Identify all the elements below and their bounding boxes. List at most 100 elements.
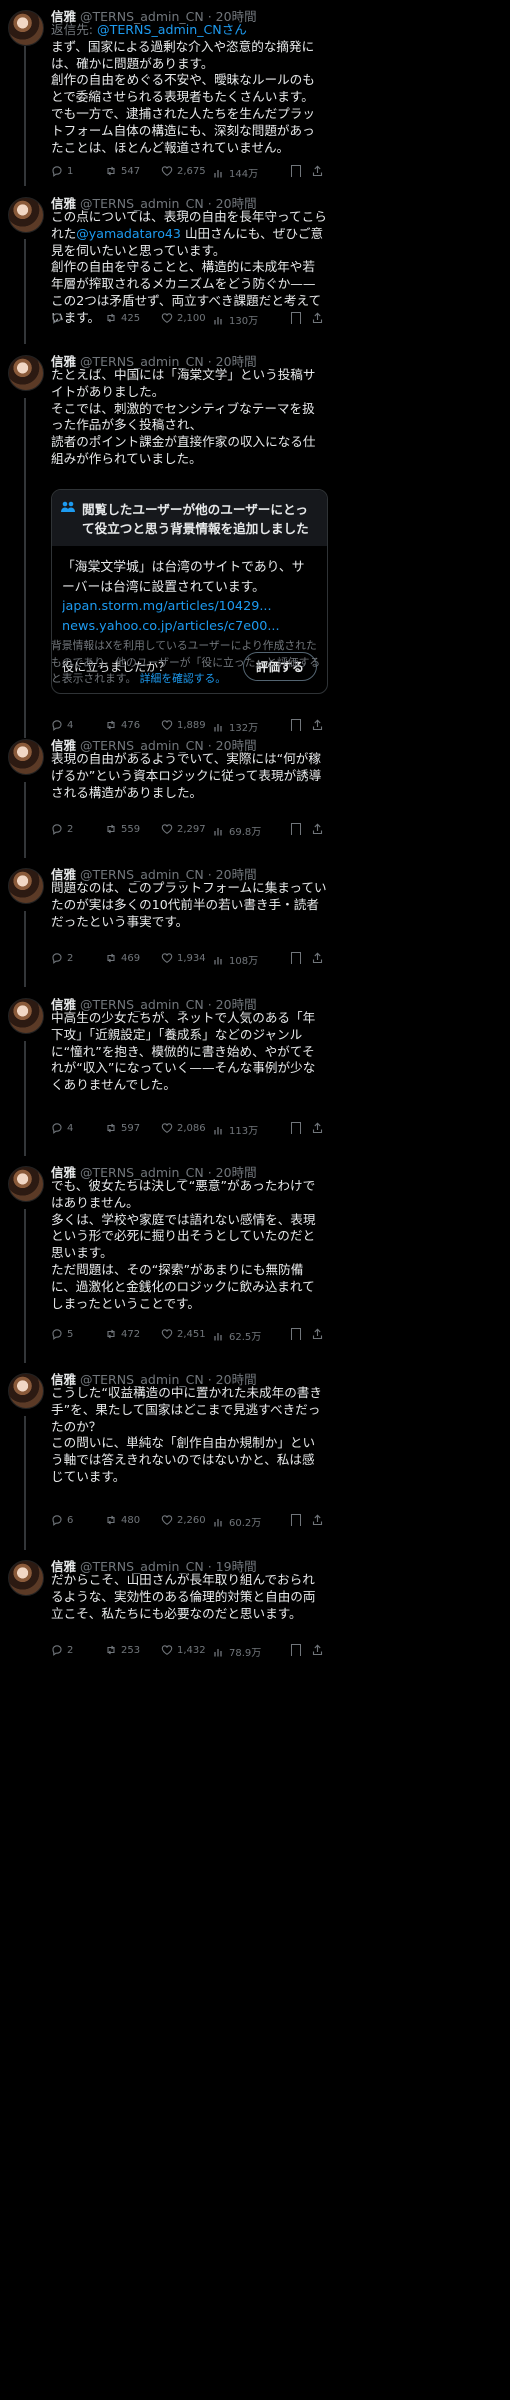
reply-icon — [51, 1514, 63, 1526]
retweet-icon — [105, 952, 117, 964]
bookmark-icon[interactable] — [291, 1514, 301, 1526]
thread-connector — [24, 1416, 26, 1550]
retweet-button[interactable]: 469 — [105, 952, 140, 964]
like-button[interactable]: 2,086 — [161, 1122, 206, 1134]
reply-button[interactable]: 1 — [51, 165, 73, 177]
avatar[interactable] — [8, 355, 44, 391]
retweet-button[interactable]: 253 — [105, 1644, 140, 1656]
views-button[interactable]: 130万 — [213, 312, 258, 327]
bookmark-icon[interactable] — [291, 1328, 301, 1340]
reply-button[interactable]: 6 — [51, 1514, 73, 1526]
share-icon[interactable] — [312, 165, 323, 180]
views-count: 69.8万 — [229, 827, 262, 838]
retweet-count: 425 — [121, 312, 141, 324]
share-icon[interactable] — [312, 312, 323, 327]
like-button[interactable]: 1,432 — [161, 1644, 206, 1656]
views-icon — [213, 1516, 225, 1528]
thread-connector — [24, 46, 26, 186]
source-link[interactable]: japan.storm.mg/articles/10429... — [62, 597, 317, 617]
avatar[interactable] — [8, 10, 44, 46]
bookmark-icon[interactable] — [291, 719, 301, 731]
retweet-count: 472 — [121, 1328, 141, 1340]
retweet-icon — [105, 719, 117, 731]
avatar[interactable] — [8, 197, 44, 233]
tweet-actions: 2 469 1,934 108万 — [51, 952, 327, 967]
bookmark-icon[interactable] — [291, 1644, 301, 1656]
share-icon[interactable] — [312, 823, 323, 838]
thread-connector — [24, 1209, 26, 1363]
like-button[interactable]: 2,100 — [161, 312, 206, 324]
reply-button[interactable]: 4 — [51, 719, 73, 731]
views-button[interactable]: 132万 — [213, 719, 258, 734]
avatar[interactable] — [8, 1560, 44, 1596]
avatar[interactable] — [8, 868, 44, 904]
reply-button[interactable]: 2 — [51, 952, 73, 964]
like-button[interactable]: 2,675 — [161, 165, 206, 177]
share-icon[interactable] — [312, 1122, 323, 1137]
reply-to-account[interactable]: @TERNS_admin_CNさん — [97, 22, 247, 37]
like-icon — [161, 1328, 173, 1340]
bookmark-icon[interactable] — [291, 952, 301, 964]
bookmark-icon[interactable] — [291, 823, 301, 835]
retweet-icon — [105, 823, 117, 835]
reply-button[interactable]: 4 — [51, 1122, 73, 1134]
views-button[interactable]: 144万 — [213, 165, 258, 180]
reply-button[interactable]: 2 — [51, 1644, 73, 1656]
reply-count: 1 — [67, 165, 74, 177]
avatar[interactable] — [8, 1166, 44, 1202]
share-icon[interactable] — [312, 1644, 323, 1659]
views-button[interactable]: 60.2万 — [213, 1514, 261, 1529]
tweet-text: この点については、表現の自由を長年守ってこられた@yamadataro43 山田… — [51, 209, 327, 327]
share-icon[interactable] — [312, 719, 323, 734]
retweet-button[interactable]: 559 — [105, 823, 140, 835]
community-note-header: 閲覧したユーザーが他のユーザーにとって役立つと思う背景情報を追加しました — [52, 490, 327, 546]
bookmark-icon[interactable] — [291, 312, 301, 324]
share-icon[interactable] — [312, 1328, 323, 1343]
tweet-text: 中高生の少女たちが、ネットで人気のある「年下攻」「近親設定」「養成系」などのジャ… — [51, 1010, 316, 1093]
avatar[interactable] — [8, 998, 44, 1034]
avatar[interactable] — [8, 739, 44, 775]
retweet-icon — [105, 312, 117, 324]
views-icon — [213, 1124, 225, 1136]
like-button[interactable]: 1,889 — [161, 719, 206, 731]
share-icon[interactable] — [312, 952, 323, 967]
reply-icon — [51, 312, 63, 324]
learn-more-link[interactable]: 詳細を確認する。 — [140, 672, 226, 685]
views-button[interactable]: 62.5万 — [213, 1328, 261, 1343]
like-button[interactable]: 1,934 — [161, 952, 206, 964]
views-button[interactable]: 69.8万 — [213, 823, 261, 838]
reply-button[interactable]: 2 — [51, 312, 73, 324]
reply-icon — [51, 1122, 63, 1134]
tweet-text: こうした“収益構造の中に置かれた未成年の書き手”を、果たして国家はどこまで見逃す… — [51, 1385, 322, 1484]
bookmark-icon[interactable] — [291, 165, 301, 177]
bookmark-icon[interactable] — [291, 1122, 301, 1134]
views-button[interactable]: 113万 — [213, 1122, 258, 1137]
mention-link[interactable]: @yamadataro43 — [76, 226, 181, 241]
like-icon — [161, 312, 173, 324]
views-button[interactable]: 78.9万 — [213, 1644, 261, 1659]
avatar[interactable] — [8, 1373, 44, 1409]
like-button[interactable]: 2,260 — [161, 1514, 206, 1526]
retweet-button[interactable]: 472 — [105, 1328, 140, 1340]
retweet-icon — [105, 1644, 117, 1656]
retweet-icon — [105, 165, 117, 177]
reply-button[interactable]: 2 — [51, 823, 73, 835]
retweet-button[interactable]: 476 — [105, 719, 140, 731]
tweet-text: 表現の自由があるようでいて、実際には“何が稼げるか”という資本ロジックに従って表… — [51, 751, 322, 800]
reply-button[interactable]: 5 — [51, 1328, 73, 1340]
retweet-button[interactable]: 480 — [105, 1514, 140, 1526]
retweet-count: 597 — [121, 1122, 141, 1134]
source-link[interactable]: news.yahoo.co.jp/articles/c7e00... — [62, 617, 317, 637]
share-icon[interactable] — [312, 1514, 323, 1529]
retweet-icon — [105, 1514, 117, 1526]
like-button[interactable]: 2,451 — [161, 1328, 206, 1340]
retweet-button[interactable]: 425 — [105, 312, 140, 324]
views-button[interactable]: 108万 — [213, 952, 258, 967]
retweet-button[interactable]: 547 — [105, 165, 140, 177]
retweet-button[interactable]: 597 — [105, 1122, 140, 1134]
tweet-text: たとえば、中国には「海棠文学」という投稿サイトがありました。 そこでは、刺激的で… — [51, 367, 316, 466]
views-count: 108万 — [229, 956, 259, 967]
like-button[interactable]: 2,297 — [161, 823, 206, 835]
views-count: 132万 — [229, 723, 259, 734]
retweet-icon — [105, 1328, 117, 1340]
